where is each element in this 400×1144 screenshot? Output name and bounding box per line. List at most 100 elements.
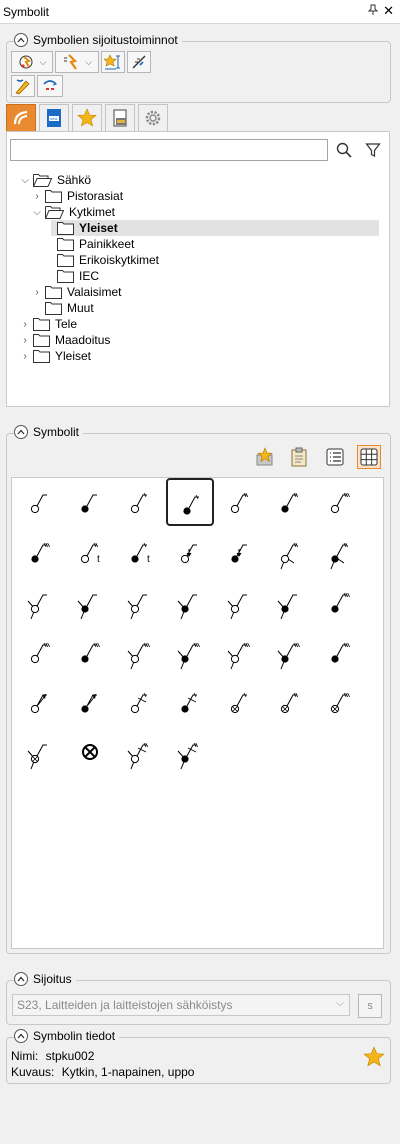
pin-icon[interactable] [367, 4, 379, 19]
symbols-header[interactable]: Symbolit [14, 425, 84, 439]
symbol-item[interactable] [66, 678, 114, 726]
tree-node[interactable]: ⌵ Sähkö [19, 172, 91, 188]
tree-node[interactable]: Yleiset [51, 220, 379, 236]
chevron-right-icon[interactable]: › [19, 319, 31, 330]
placement-actions-header[interactable]: Symbolien sijoitustoiminnot [14, 33, 182, 47]
symbol-item[interactable] [16, 528, 64, 576]
collapse-icon[interactable] [14, 425, 28, 439]
symbol-item[interactable] [216, 528, 264, 576]
placement-standard-button[interactable]: S [358, 994, 382, 1018]
symbol-item[interactable] [66, 478, 114, 526]
symbol-item[interactable]: t [66, 528, 114, 576]
symbol-item[interactable] [16, 628, 64, 676]
list-view-button[interactable] [323, 445, 347, 469]
favorite-star-icon[interactable] [363, 1046, 385, 1071]
tab-library[interactable] [6, 104, 36, 131]
symbol-item[interactable] [316, 578, 364, 626]
symbol-item[interactable] [316, 678, 364, 726]
switch-symbol-icon [183, 494, 199, 515]
tab-new[interactable]: new [39, 104, 69, 131]
tree-node[interactable]: ⌵ Kytkimet [31, 204, 115, 220]
symbol-item[interactable] [16, 678, 64, 726]
placement-select[interactable]: S23, Laitteiden ja laitteistojen sähköis… [12, 994, 350, 1016]
place-symbol-button[interactable]: ⌵ [11, 51, 53, 73]
tree-node[interactable]: › Maadoitus [19, 332, 110, 348]
tree-node-label: Maadoitus [55, 333, 111, 347]
switch-symbol-icon [277, 642, 300, 670]
swap-symbol-button[interactable] [37, 75, 63, 97]
symbol-text-button[interactable] [101, 51, 125, 73]
library-tabbar: new [6, 104, 390, 131]
symbol-item[interactable] [166, 528, 214, 576]
symbol-item[interactable] [266, 578, 314, 626]
chevron-right-icon[interactable]: › [31, 287, 43, 298]
placement-header[interactable]: Sijoitus [14, 972, 76, 986]
clipboard-button[interactable] [287, 445, 311, 469]
symbol-item[interactable] [66, 628, 114, 676]
symbol-item[interactable] [266, 678, 314, 726]
grid-view-button[interactable] [357, 445, 381, 469]
collapse-icon[interactable] [14, 33, 28, 47]
filter-icon[interactable] [362, 139, 384, 161]
switch-symbol-icon [27, 594, 47, 620]
search-input[interactable] [10, 139, 328, 161]
tree-node[interactable]: Erikoiskytkimet [43, 252, 159, 268]
symbol-item[interactable] [166, 678, 214, 726]
tree-node[interactable]: › Tele [19, 316, 77, 332]
symbol-item[interactable] [116, 578, 164, 626]
symbol-item[interactable] [16, 728, 64, 776]
symbol-item[interactable] [116, 728, 164, 776]
switch-symbol-icon [81, 694, 97, 713]
symbol-item[interactable] [216, 478, 264, 526]
symbol-item[interactable] [166, 478, 214, 526]
tab-favorites[interactable] [72, 104, 102, 131]
tree-node[interactable]: IEC [43, 268, 99, 284]
symbol-item[interactable] [116, 628, 164, 676]
symbol-item[interactable] [316, 628, 364, 676]
symbol-item[interactable] [16, 478, 64, 526]
edit-symbol-button[interactable] [11, 75, 35, 97]
symbol-grid: tt [11, 477, 384, 949]
symbol-item[interactable] [16, 578, 64, 626]
symbol-item[interactable] [266, 478, 314, 526]
symbol-details-header[interactable]: Symbolin tiedot [14, 1029, 120, 1043]
symbol-item[interactable] [316, 478, 364, 526]
symbol-item[interactable] [316, 528, 364, 576]
search-icon[interactable] [333, 139, 355, 161]
symbol-item[interactable] [116, 478, 164, 526]
symbol-item[interactable] [216, 678, 264, 726]
chevron-right-icon[interactable]: › [31, 191, 43, 202]
chevron-right-icon[interactable]: › [19, 335, 31, 346]
symbol-item[interactable] [216, 628, 264, 676]
symbol-item[interactable] [66, 728, 114, 776]
chevron-down-icon[interactable]: ⌵ [19, 175, 31, 186]
switch-symbol-icon [177, 742, 199, 770]
tab-project[interactable] [105, 104, 135, 131]
symbol-item[interactable] [166, 728, 214, 776]
tree-node[interactable]: Muut [31, 300, 94, 316]
tree-node[interactable]: › Yleiset [19, 348, 91, 364]
tree-node[interactable]: › Valaisimet [31, 284, 121, 300]
add-to-favorites-button[interactable] [253, 445, 277, 469]
collapse-icon[interactable] [14, 972, 28, 986]
symbol-item[interactable] [116, 678, 164, 726]
symbol-item[interactable] [166, 578, 214, 626]
symbol-item[interactable] [66, 578, 114, 626]
symbol-item[interactable] [216, 578, 264, 626]
close-icon[interactable]: ✕ [383, 3, 394, 19]
symbol-line-button[interactable] [127, 51, 151, 73]
symbol-item[interactable] [266, 528, 314, 576]
tree-node[interactable]: › Pistorasiat [31, 188, 123, 204]
tree-node[interactable]: Painikkeet [43, 236, 134, 252]
symbol-item[interactable] [166, 628, 214, 676]
switch-symbol-icon [130, 492, 147, 514]
replace-symbol-button[interactable]: ⌵ [55, 51, 99, 73]
symbol-item[interactable] [266, 628, 314, 676]
collapse-icon[interactable] [14, 1029, 28, 1043]
folder-icon [57, 237, 74, 251]
switch-symbol-icon [127, 742, 149, 770]
tab-settings[interactable] [138, 104, 168, 131]
chevron-down-icon[interactable]: ⌵ [31, 207, 43, 218]
symbol-item[interactable]: t [116, 528, 164, 576]
chevron-right-icon[interactable]: › [19, 351, 31, 362]
